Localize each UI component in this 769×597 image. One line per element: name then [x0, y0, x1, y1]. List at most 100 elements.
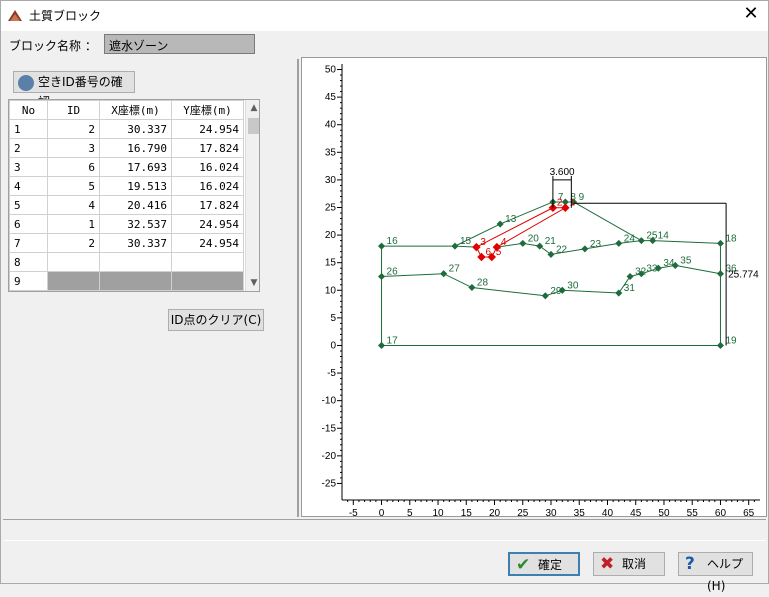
table-header-row: No ID X座標(m) Y座標(m) [9, 100, 244, 120]
cell-y[interactable]: 24.954 [171, 119, 244, 139]
cancel-button[interactable]: ✖ 取消 [593, 552, 665, 576]
table-row[interactable]: 3 6 17.693 16.024 [9, 157, 244, 177]
cell-id[interactable]: 3 [47, 138, 100, 158]
cell-y[interactable]: 16.024 [171, 157, 244, 177]
section-point-label: 16 [387, 236, 399, 247]
scroll-down-icon[interactable]: ▼ [246, 275, 259, 291]
cell-y[interactable]: 17.824 [171, 195, 244, 215]
cell-id[interactable]: 1 [47, 214, 100, 234]
y-tick-label: 15 [325, 258, 337, 269]
block-name-label: ブロック名称 ： [9, 39, 97, 53]
section-point [716, 239, 724, 247]
dimension-label-right: 25.774 [728, 269, 759, 280]
section-point [541, 292, 549, 300]
y-tick-label: 20 [325, 230, 337, 241]
y-tick-label: -10 [322, 396, 337, 407]
section-point [440, 270, 448, 278]
left-panel: 空きID番号の確認 No ID X座標(m) Y座標(m) 1230.33724… [3, 59, 299, 517]
section-point [615, 289, 623, 297]
x-tick-label: 15 [461, 508, 473, 516]
clear-id-points-button[interactable]: ID点のクリア(C) [168, 309, 264, 331]
coordinate-table: No ID X座標(m) Y座標(m) 1 2 30.337 24.954 2 3 16.… [9, 100, 244, 291]
table-row[interactable]: 5 4 20.416 17.824 [9, 195, 244, 215]
close-button[interactable]: ✕ [734, 1, 768, 29]
cell-x[interactable]: 19.513 [99, 176, 172, 196]
x-tick-label: 30 [545, 508, 557, 516]
section-point-label: 30 [567, 280, 579, 291]
help-button[interactable]: ? ヘルプ(H) [678, 552, 753, 593]
table-row[interactable]: 8 [9, 252, 244, 272]
x-tick-label: 35 [574, 508, 586, 516]
x-tick-label: 20 [489, 508, 501, 516]
ok-button[interactable]: ✔ 確定 [508, 552, 580, 576]
table-row[interactable]: 7 2 30.337 24.954 [9, 233, 244, 253]
cell-x[interactable]: 16.790 [99, 138, 172, 158]
block-name-row: ブロック名称 ： 遮水ゾーン [1, 31, 768, 57]
cell-id[interactable]: 5 [47, 176, 100, 196]
col-y: Y座標(m) [171, 100, 244, 120]
cell-y[interactable]: 24.954 [171, 214, 244, 234]
section-point-label: 20 [528, 233, 540, 244]
x-tick-label: 60 [715, 508, 727, 516]
x-tick-label: 10 [432, 508, 444, 516]
y-tick-label: 30 [325, 175, 337, 186]
x-tick-label: 25 [517, 508, 529, 516]
cell-id[interactable]: 4 [47, 195, 100, 215]
section-point-label: 17 [387, 335, 399, 346]
cell-x[interactable]: 30.337 [99, 119, 172, 139]
x-tick-label: 5 [407, 508, 413, 516]
help-label: ヘルプ(H) [707, 557, 744, 593]
cell-id[interactable]: 6 [47, 157, 100, 177]
cell-id[interactable] [47, 271, 100, 291]
cell-y[interactable] [171, 271, 244, 291]
cell-no: 1 [9, 119, 48, 139]
section-point [637, 237, 645, 245]
section-point [496, 220, 504, 228]
cell-x[interactable]: 17.693 [99, 157, 172, 177]
cell-id[interactable]: 2 [47, 119, 100, 139]
question-icon: ? [685, 554, 695, 574]
check-free-id-button[interactable]: 空きID番号の確認 [13, 71, 135, 109]
y-tick-label: 0 [330, 340, 336, 351]
cell-id[interactable]: 2 [47, 233, 100, 253]
cell-y[interactable]: 17.824 [171, 138, 244, 158]
x-tick-label: 0 [379, 508, 385, 516]
cell-y[interactable]: 24.954 [171, 233, 244, 253]
cell-y[interactable]: 16.024 [171, 176, 244, 196]
section-point [378, 242, 386, 250]
cell-no: 5 [9, 195, 48, 215]
cell-y[interactable] [171, 252, 244, 272]
section-point-label: 35 [680, 255, 692, 266]
section-point-label: 18 [725, 233, 737, 244]
title-bar: 土質ブロック ✕ [1, 1, 768, 31]
section-point-label: 13 [505, 214, 517, 225]
section-point-label: 26 [387, 266, 399, 277]
scroll-thumb[interactable] [248, 118, 259, 134]
cell-x[interactable]: 32.537 [99, 214, 172, 234]
cell-x[interactable]: 20.416 [99, 195, 172, 215]
table-row[interactable]: 2 3 16.790 17.824 [9, 138, 244, 158]
section-plot-panel[interactable]: 50 45 40 35 30 25 20 15 10 5 0 -5 -10 -15 -20 -25 -5 0 5 10… [301, 57, 767, 519]
section-plot[interactable]: 50454035302520151050-5-10-15-20-25-5 0 5 10… [302, 58, 766, 519]
table-row[interactable]: 4 5 19.513 16.024 [9, 176, 244, 196]
table-row[interactable]: 6 1 32.537 24.954 [9, 214, 244, 234]
section-point-label: 14 [658, 231, 670, 242]
y-tick-label: 25 [325, 202, 337, 213]
cell-x[interactable]: 30.337 [99, 233, 172, 253]
cell-x[interactable] [99, 252, 172, 272]
cell-x[interactable] [99, 271, 172, 291]
grid-scrollbar[interactable]: ▲ ▼ [245, 100, 259, 291]
table-row[interactable]: 1 2 30.337 24.954 [9, 119, 244, 139]
section-point [378, 341, 386, 350]
block-point-label: 2 [557, 198, 563, 209]
check-icon: ✔ [516, 555, 531, 575]
cell-id[interactable] [47, 252, 100, 272]
scroll-up-icon[interactable]: ▲ [246, 100, 259, 116]
block-point-label: 4 [501, 237, 507, 248]
cross-icon: ✖ [600, 554, 615, 574]
y-tick-label: 5 [330, 313, 336, 324]
block-name-field[interactable]: 遮水ゾーン [104, 34, 255, 54]
section-point-label: 31 [624, 283, 636, 294]
table-row-selected[interactable]: 9 [9, 271, 244, 291]
coordinate-grid[interactable]: No ID X座標(m) Y座標(m) 1 2 30.337 24.954 2 3 16.… [8, 99, 260, 292]
